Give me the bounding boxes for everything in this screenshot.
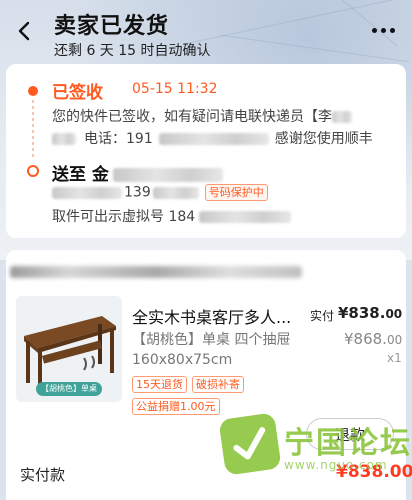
watermark-url: www.nguo.com bbox=[284, 458, 388, 472]
watermark-text: 宁国论坛 bbox=[284, 426, 412, 461]
auto-confirm-countdown: 还剩 6 天 15 时自动确认 bbox=[54, 43, 211, 59]
original-price-main: ¥868. bbox=[344, 330, 387, 348]
forum-watermark: 宁国论坛 www.nguo.com bbox=[218, 412, 412, 500]
original-price: ¥868.00 bbox=[344, 330, 402, 348]
destination-label: 送至 金 bbox=[52, 160, 223, 185]
delivery-status-time: 05-15 11:32 bbox=[132, 81, 218, 97]
virtual-number-line: 取件可出示虚拟号 184 bbox=[52, 206, 292, 226]
paid-price-cents: 00 bbox=[385, 307, 403, 321]
recipient-phone-line: 139 号码保护中 bbox=[52, 184, 268, 201]
original-price-cents: 00 bbox=[386, 333, 403, 347]
tag-return-policy: 15天退货 bbox=[132, 376, 187, 393]
recipient-phone-partial: 139 bbox=[124, 184, 151, 201]
timeline-dot-active-icon bbox=[28, 86, 38, 96]
logistics-card[interactable]: 已签收 05-15 11:32 您的快件已签收，如有疑问请电联快递员【李 电话：… bbox=[6, 64, 406, 238]
timeline-dot-destination-icon bbox=[27, 165, 39, 177]
redacted-courier-phone bbox=[158, 133, 269, 145]
redacted-recipient-phone bbox=[152, 186, 199, 199]
page-title: 卖家已发货 bbox=[54, 14, 170, 39]
page-header: 卖家已发货 还剩 6 天 15 时自动确认 bbox=[0, 0, 412, 64]
redacted-shop-name[interactable] bbox=[10, 266, 302, 278]
product-sku: 【胡桃色】单桌 四个抽屉 160x80x75cm bbox=[132, 332, 291, 368]
paid-label: 实付 bbox=[310, 309, 335, 323]
back-arrow-icon[interactable] bbox=[14, 20, 34, 42]
redacted-courier-name-tail bbox=[52, 133, 76, 145]
redacted-courier-name bbox=[332, 111, 352, 123]
product-title[interactable]: 全实木书桌客厅多人... bbox=[132, 304, 291, 328]
delivery-status: 已签收 bbox=[52, 83, 103, 103]
total-paid-label: 实付款 bbox=[20, 466, 66, 484]
tag-charity-donation: 公益捐赠1.00元 bbox=[132, 398, 220, 415]
quantity: x1 bbox=[387, 351, 402, 365]
image-caption: 【胡桃色】单桌 bbox=[36, 382, 102, 396]
product-image[interactable]: 【胡桃色】单桌 bbox=[16, 296, 122, 402]
courier-phone-prefix: 电话：191 bbox=[84, 131, 153, 147]
timeline-connector bbox=[32, 100, 34, 160]
virtual-number-prefix: 取件可出示虚拟号 184 bbox=[52, 209, 196, 225]
logistics-detail-text: 您的快件已签收，如有疑问请电联快递员【李 bbox=[52, 109, 332, 125]
paid-price: ¥838.00 bbox=[338, 304, 402, 322]
redacted-virtual-number bbox=[199, 211, 292, 223]
paid-price-main: ¥838. bbox=[338, 304, 386, 322]
destination-text: 送至 金 bbox=[52, 165, 109, 185]
logistics-phone-line: 电话：191 感谢您使用顺丰 bbox=[52, 128, 373, 148]
tag-damage-resend: 破损补寄 bbox=[192, 376, 244, 393]
redacted-recipient bbox=[112, 168, 223, 182]
more-options-icon[interactable] bbox=[372, 28, 396, 36]
logistics-detail-line: 您的快件已签收，如有疑问请电联快递员【李 bbox=[52, 106, 352, 126]
thanks-text: 感谢您使用顺丰 bbox=[274, 131, 373, 147]
watermark-logo-icon bbox=[218, 412, 282, 476]
redacted-recipient-name bbox=[52, 186, 122, 199]
privacy-protection-badge: 号码保护中 bbox=[204, 184, 268, 201]
